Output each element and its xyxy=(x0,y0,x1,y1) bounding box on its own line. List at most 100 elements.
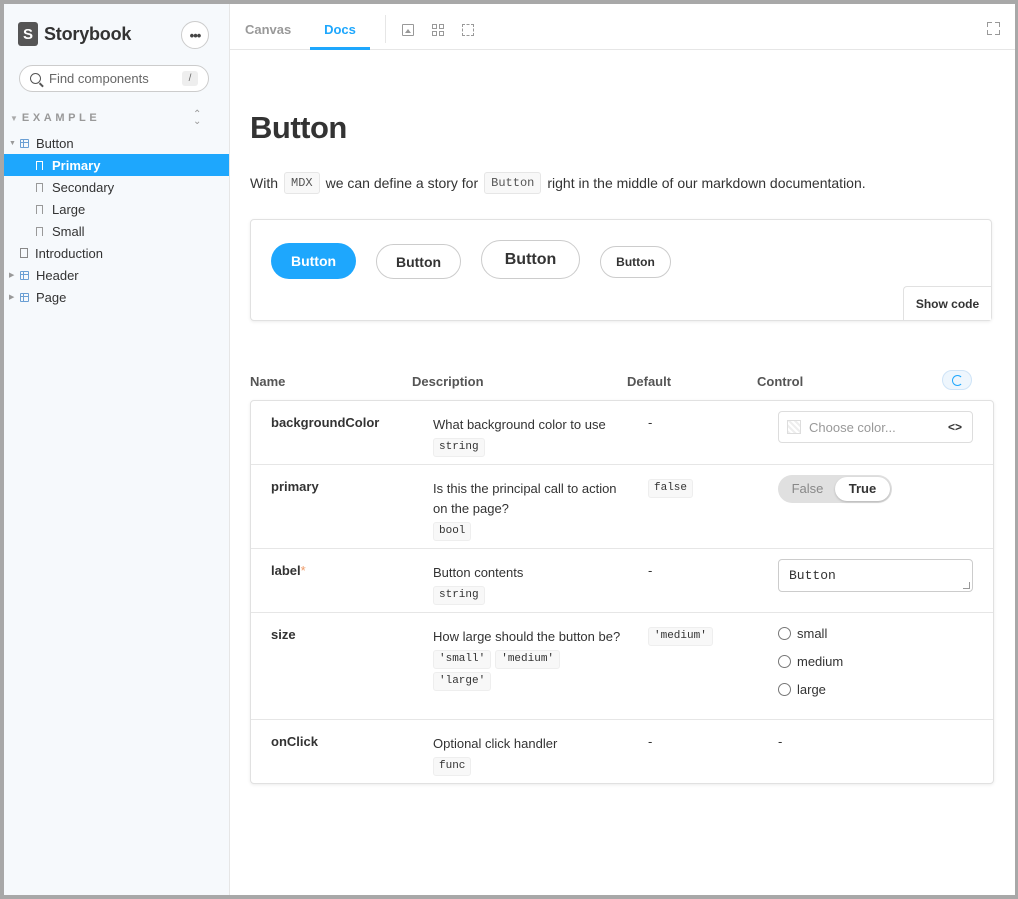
sidebar-menu-button[interactable]: ••• xyxy=(181,21,209,49)
sidebar-item-label: Button xyxy=(36,135,74,151)
type-badge: bool xyxy=(433,522,472,541)
arg-description: Is this the principal call to action on … xyxy=(433,479,623,541)
component-icon xyxy=(20,292,29,302)
large-button[interactable]: Button xyxy=(481,240,580,279)
sidebar-item-button[interactable]: ▼ Button xyxy=(4,132,229,154)
color-placeholder: Choose color... xyxy=(809,419,896,435)
search-box[interactable]: / xyxy=(19,65,209,92)
collapse-expand-icon[interactable]: ⌃ ⌄ xyxy=(193,110,201,127)
required-mark: * xyxy=(300,563,306,578)
bookmark-icon xyxy=(36,204,43,214)
component-icon xyxy=(20,270,29,280)
sidebar-item-introduction[interactable]: Introduction xyxy=(4,242,229,264)
small-button[interactable]: Button xyxy=(600,246,671,278)
default-badge: 'medium' xyxy=(648,627,713,646)
type-badge: func xyxy=(433,757,472,776)
arg-name: label* xyxy=(271,563,306,578)
description-text: What background color to use xyxy=(433,417,606,432)
args-table-header: Name Description Default Control xyxy=(250,366,992,396)
sidebar-item-label: Large xyxy=(52,201,86,217)
radio-button[interactable] xyxy=(778,626,791,640)
arg-name: backgroundColor xyxy=(271,415,380,430)
table-row: backgroundColor What background color to… xyxy=(251,401,993,465)
caret-down-icon: ▼ xyxy=(9,139,16,147)
bookmark-icon xyxy=(36,160,43,170)
intro-text: right in the middle of our markdown docu… xyxy=(547,175,866,191)
toggle-true[interactable]: True xyxy=(835,477,890,501)
arg-default: false xyxy=(648,476,697,498)
type-badge: string xyxy=(433,586,485,605)
header-control: Control xyxy=(757,374,804,389)
color-picker-input[interactable]: Choose color... <> xyxy=(778,411,973,443)
arg-default: - xyxy=(648,734,653,749)
sidebar-item-label: Introduction xyxy=(35,245,103,261)
main-panel: Canvas Docs Button With MDX we can defin… xyxy=(229,4,1015,895)
outline-icon[interactable] xyxy=(462,24,474,36)
primary-button[interactable]: Button xyxy=(271,243,356,279)
grid-icon[interactable] xyxy=(432,24,444,36)
brand[interactable]: S Storybook xyxy=(18,22,131,46)
sidebar-item-label: Small xyxy=(52,223,85,239)
intro-text: we can define a story for xyxy=(325,175,479,191)
type-badge: 'small' xyxy=(433,650,492,669)
fullscreen-icon[interactable] xyxy=(987,22,1000,35)
secondary-button[interactable]: Button xyxy=(376,244,461,279)
arg-control: Choose color... <> xyxy=(778,411,973,443)
sidebar-item-primary[interactable]: Primary xyxy=(4,154,229,176)
storybook-logo-icon: S xyxy=(18,22,38,46)
description-text: Optional click handler xyxy=(433,736,558,751)
intro-text: With xyxy=(250,175,278,191)
arg-description: Button contents string xyxy=(433,563,623,605)
type-badge: 'medium' xyxy=(495,650,561,669)
bookmark-icon xyxy=(36,226,43,236)
group-header-example[interactable]: ▼ EXAMPLE xyxy=(10,112,100,124)
radio-option-medium[interactable]: medium xyxy=(778,647,843,675)
sidebar-item-large[interactable]: Large xyxy=(4,198,229,220)
radio-option-small[interactable]: small xyxy=(778,619,843,647)
table-row: label* Button contents string - Button xyxy=(251,549,993,613)
tab-docs[interactable]: Docs xyxy=(310,4,370,50)
arg-name-text: label xyxy=(271,563,301,578)
tab-canvas[interactable]: Canvas xyxy=(245,4,291,50)
radio-button[interactable] xyxy=(778,654,791,668)
reset-controls-button[interactable] xyxy=(942,370,972,390)
description-text: How large should the button be? xyxy=(433,629,621,644)
sidebar-item-label: Page xyxy=(36,289,67,305)
bookmark-icon xyxy=(36,182,43,192)
caret-right-icon: ▶ xyxy=(9,272,15,279)
arg-default: 'medium' xyxy=(648,624,717,646)
type-badge: 'large' xyxy=(433,672,492,691)
sidebar-item-label: Header xyxy=(36,267,79,283)
radio-label: medium xyxy=(797,653,844,669)
radio-button[interactable] xyxy=(778,682,791,696)
image-icon[interactable] xyxy=(402,24,414,36)
search-input[interactable] xyxy=(49,71,179,86)
sidebar-item-secondary[interactable]: Secondary xyxy=(4,176,229,198)
brand-name: Storybook xyxy=(44,23,132,44)
page-title: Button xyxy=(250,110,347,145)
boolean-toggle[interactable]: False True xyxy=(778,475,892,503)
label-text-input[interactable]: Button xyxy=(778,559,973,592)
table-row: primary Is this the principal call to ac… xyxy=(251,465,993,549)
toggle-false[interactable]: False xyxy=(780,477,835,501)
sidebar-item-page[interactable]: ▶ Page xyxy=(4,286,229,308)
show-code-button[interactable]: Show code xyxy=(903,286,991,320)
header-description: Description xyxy=(412,374,484,389)
radio-option-large[interactable]: large xyxy=(778,675,843,703)
sidebar-item-small[interactable]: Small xyxy=(4,220,229,242)
color-swatch[interactable] xyxy=(787,420,801,434)
sidebar-item-header[interactable]: ▶ Header xyxy=(4,264,229,286)
code-toggle-icon[interactable]: <> xyxy=(948,420,962,434)
search-icon xyxy=(30,73,41,84)
description-text: Is this the principal call to action on … xyxy=(433,481,617,516)
toolbar-divider xyxy=(385,15,386,43)
arg-description: Optional click handler func xyxy=(433,734,623,776)
inline-code: Button xyxy=(484,172,542,194)
arg-name: onClick xyxy=(271,734,318,749)
header-default: Default xyxy=(627,374,672,389)
arg-name: size xyxy=(271,627,296,642)
radio-label: large xyxy=(797,681,826,697)
arg-description: How large should the button be? 'small' '… xyxy=(433,627,623,691)
caret-right-icon: ▶ xyxy=(9,294,15,301)
component-tree: ▼ Button Primary Secondary Large Small I… xyxy=(4,132,229,308)
